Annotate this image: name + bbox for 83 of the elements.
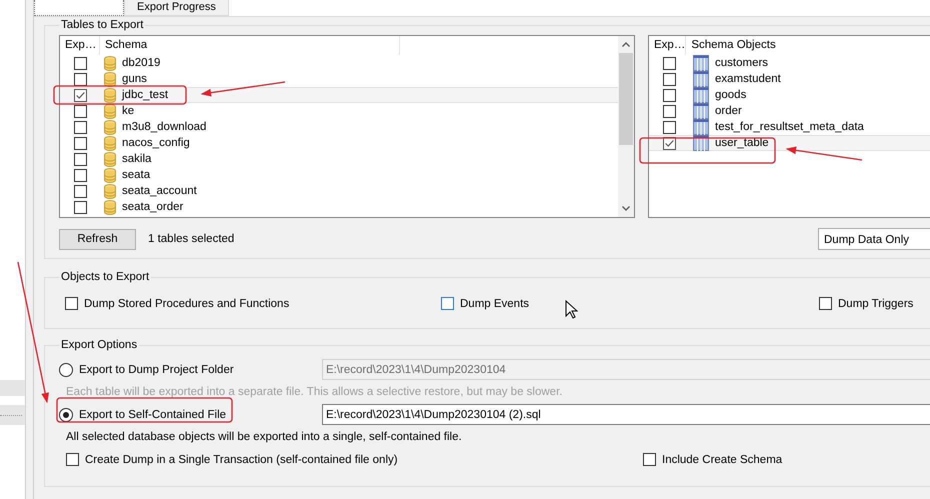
schema-name[interactable]: seata_account [122,185,197,197]
table-icon [693,103,709,119]
checkbox[interactable] [441,297,454,310]
checkbox[interactable] [74,88,86,102]
table-name[interactable]: user_table [715,137,769,149]
selection-count: 1 tables selected [148,233,234,245]
database-icon [104,168,116,182]
column-header[interactable]: Schema [100,36,400,55]
checkbox[interactable] [74,200,86,214]
checkbox[interactable] [74,56,86,70]
database-icon [104,72,116,86]
objects-list[interactable]: Exp… Schema Objects customers examstudent goods order test_for_resultset_meta_data user_table [648,35,930,218]
checkbox[interactable] [643,453,656,466]
tab[interactable] [34,0,124,16]
option-description: All selected database objects will be exported into a single, self-contained file. [66,431,463,443]
database-icon [104,184,116,198]
checkbox[interactable] [662,136,676,150]
scroll-up-icon[interactable] [622,42,630,47]
radio-button[interactable] [59,362,73,376]
schema-name[interactable]: db2019 [122,57,160,69]
schema-name[interactable]: sakila [122,153,152,165]
database-icon [104,152,116,166]
table-name[interactable]: test_for_resultset_meta_data [715,121,864,133]
cursor-icon [565,300,578,319]
checkbox[interactable] [662,56,676,70]
radio-label[interactable]: Export to Dump Project Folder [79,364,234,376]
checkbox-label[interactable]: Create Dump in a Single Transaction (self-contained file only) [85,454,398,466]
schema-name[interactable]: ke [122,105,134,117]
table-name[interactable]: customers [715,57,768,69]
checkbox[interactable] [74,168,86,182]
table-name[interactable]: order [715,105,742,117]
checkbox[interactable] [74,120,86,134]
tab[interactable]: Export Progress [124,0,229,16]
schema-name[interactable]: m3u8_download [122,121,206,133]
table-icon [693,55,709,71]
checkbox[interactable] [74,152,86,166]
database-icon [104,56,116,70]
scroll-down-icon[interactable] [622,206,630,211]
database-icon [104,136,116,150]
checkbox[interactable] [819,297,832,310]
checkbox[interactable] [66,453,79,466]
group-title: Tables to Export [60,19,144,31]
checkbox-label[interactable]: Dump Events [460,298,530,310]
checkbox[interactable] [662,104,676,118]
database-icon [104,120,116,134]
database-icon [104,200,116,214]
column-header[interactable]: Exp… [60,36,100,55]
checkbox-label[interactable]: Dump Triggers [838,298,914,310]
database-icon [104,88,116,102]
checkbox[interactable] [662,120,676,134]
checkbox[interactable] [74,136,86,150]
schema-name[interactable]: guns [122,73,147,85]
table-icon [693,87,709,103]
dump-mode-dropdown[interactable]: Dump Data Only [818,228,930,250]
schema-list[interactable]: Exp… Schema db2019 guns jdbc_test ke m3u8_download nacos_config sakila seata seata_account seata_order [59,35,635,218]
schema-name[interactable]: nacos_config [122,137,190,149]
table-name[interactable]: goods [715,89,746,101]
path-field[interactable]: E:\record\2023\1\4\Dump20230104 (2).sql [322,404,930,425]
column-header[interactable]: Exp… [649,36,686,55]
checkbox[interactable] [662,88,676,102]
checkbox[interactable] [74,72,86,86]
checkbox-label[interactable]: Dump Stored Procedures and Functions [84,298,290,310]
schema-name[interactable]: seata_order [122,201,184,213]
group-title: Objects to Export [60,271,150,283]
path-field[interactable]: E:\record\2023\1\4\Dump20230104 [322,359,930,380]
refresh-button[interactable]: Refresh [59,228,136,250]
scrollbar[interactable] [618,36,634,217]
radio-button[interactable] [59,408,73,422]
group-title: Export Options [60,339,138,351]
table-name[interactable]: examstudent [715,73,781,85]
table-icon [693,135,709,151]
checkbox-label[interactable]: Include Create Schema [662,454,782,466]
table-icon [693,71,709,87]
checkbox[interactable] [74,104,86,118]
checkbox[interactable] [662,72,676,86]
option-description: Each table will be exported into a separate file. This allows a selective restore, but may be slower. [66,386,564,398]
schema-name[interactable]: seata [122,169,150,181]
schema-name[interactable]: jdbc_test [122,89,168,101]
radio-label[interactable]: Export to Self-Contained File [79,408,226,420]
checkbox[interactable] [74,184,86,198]
table-icon [693,119,709,135]
database-icon [104,104,116,118]
checkbox[interactable] [65,297,78,310]
